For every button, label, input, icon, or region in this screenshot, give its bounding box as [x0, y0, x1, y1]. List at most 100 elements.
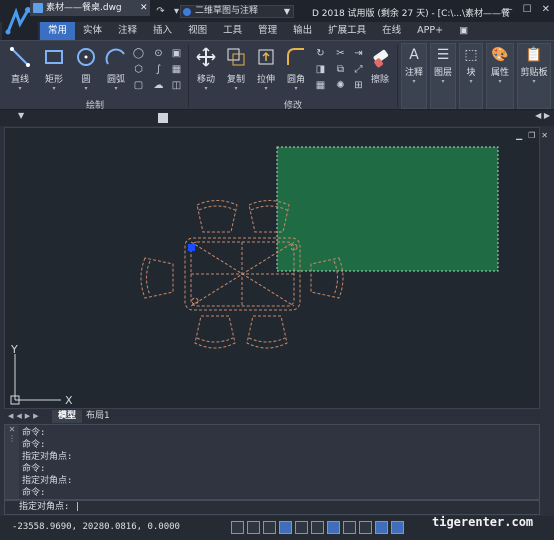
clipboard-panel-button[interactable]: 📋 剪贴板 ▾ [517, 43, 551, 109]
redo-icon[interactable]: ↷ [154, 5, 167, 18]
polar-icon[interactable] [279, 521, 292, 534]
erase-tool[interactable]: 擦除 [368, 45, 392, 85]
erase-label: 擦除 [370, 75, 389, 85]
ribbon-toggle-icon[interactable]: ▣ [451, 22, 476, 40]
tab-output[interactable]: 输出 [285, 22, 320, 40]
workspace-selector[interactable]: 二维草图与注释 ▼ [180, 5, 294, 18]
divider [188, 45, 189, 107]
grid-icon[interactable] [247, 521, 260, 534]
minimize-icon[interactable]: ▁ [516, 131, 522, 140]
donut-icon[interactable]: ⊙ [152, 47, 165, 60]
stretch-tool[interactable]: 拉伸 ▾ [254, 45, 278, 93]
command-line: 指定对角点: [22, 452, 73, 462]
tab-model[interactable]: 模型 [52, 410, 83, 423]
copy-icon [224, 45, 248, 69]
rotate-icon[interactable]: ↻ [314, 47, 327, 60]
array-icon[interactable]: ▦ [314, 79, 327, 92]
tab-annotate[interactable]: 注释 [110, 22, 145, 40]
tab-online[interactable]: 在线 [374, 22, 409, 40]
region-icon[interactable]: ▣ [170, 47, 183, 60]
tab-extensions[interactable]: 扩展工具 [320, 22, 374, 40]
layers-label: 图层 [433, 68, 452, 78]
command-input[interactable]: 指定对角点: | [4, 500, 540, 515]
new-tab-icon[interactable] [158, 113, 168, 123]
close-icon[interactable]: ✕ [5, 425, 19, 434]
osnap-icon[interactable] [295, 521, 308, 534]
chevron-down-icon: ▾ [469, 78, 473, 85]
tab-manage[interactable]: 管理 [250, 22, 285, 40]
chevron-down-icon: ▾ [84, 85, 88, 92]
circle-tool[interactable]: 圆 ▾ [74, 45, 98, 93]
stretch-icon [254, 45, 278, 69]
lineweight-icon[interactable] [343, 521, 356, 534]
explode-icon[interactable]: ✺ [334, 79, 347, 92]
ucs-icon [10, 354, 61, 405]
tab-home[interactable]: 常用 [40, 22, 76, 40]
layout-tab-bar: ◀◀▶▶ 模型 布局1 [4, 410, 540, 423]
arc-tool[interactable]: 圆弧 ▾ [104, 45, 128, 93]
maximize-icon[interactable]: ☐ [523, 4, 532, 15]
close-tab-icon[interactable]: ✕ [140, 0, 148, 16]
document-tab[interactable]: 素材——餐桌.dwg ✕ [30, 0, 150, 16]
properties-panel-button[interactable]: 🎨 属性 ▾ [486, 43, 514, 109]
otrack-icon[interactable] [311, 521, 324, 534]
tab-view[interactable]: 视图 [180, 22, 215, 40]
ortho-icon[interactable] [263, 521, 276, 534]
line-tool[interactable]: 直线 ▾ [8, 45, 32, 93]
tab-tools[interactable]: 工具 [215, 22, 250, 40]
wipeout-icon[interactable]: ◫ [170, 79, 183, 92]
tab-menu-icon[interactable]: ▼ [18, 111, 24, 120]
annotation-icon: A [409, 47, 419, 63]
coordinate-readout: -23558.9690, 20280.0816, 0.0000 [12, 522, 180, 532]
command-panel-handle[interactable]: ✕ ⋮ [5, 425, 19, 499]
dynamic-input-icon[interactable] [327, 521, 340, 534]
palette-icon: 🎨 [491, 47, 509, 63]
trim-icon[interactable]: ✂ [334, 47, 347, 60]
close-icon[interactable]: ✕ [542, 4, 550, 15]
command-line: 命令: [22, 428, 46, 438]
layers-panel-button[interactable]: ☰ 图层 ▾ [430, 43, 456, 109]
chevron-down-icon: ▾ [204, 85, 208, 92]
transparency-icon[interactable] [359, 521, 372, 534]
scale-icon[interactable]: ⤢ [352, 63, 365, 76]
drawing-canvas[interactable]: Y X [4, 127, 540, 409]
extend-icon[interactable]: ⇥ [352, 47, 365, 60]
tab-app-plus[interactable]: APP+ [409, 22, 451, 40]
hatch-icon[interactable]: ▦ [170, 63, 183, 76]
command-prompt: 指定对角点: [19, 502, 70, 512]
move-tool[interactable]: 移动 ▾ [194, 45, 218, 93]
tab-insert[interactable]: 插入 [145, 22, 180, 40]
eraser-icon [368, 45, 392, 69]
layout-nav-icon[interactable]: ◀◀▶▶ [8, 410, 42, 423]
annotation-scale-icon[interactable] [391, 521, 404, 534]
tab-layout1[interactable]: 布局1 [80, 410, 116, 423]
selection-cycling-icon[interactable] [375, 521, 388, 534]
command-history-panel: ✕ ⋮ 命令: 命令: 指定对角点: 命令: 指定对角点: 命令: [4, 424, 540, 500]
copy-tool[interactable]: 复制 ▾ [224, 45, 248, 93]
block-panel-button[interactable]: ⬚ 块 ▾ [459, 43, 483, 109]
offset-icon[interactable]: ⧉ [334, 63, 347, 76]
rectangle-tool[interactable]: 矩形 ▾ [42, 45, 66, 93]
mirror-icon[interactable]: ◨ [314, 63, 327, 76]
revcloud-icon[interactable]: ☁ [152, 79, 165, 92]
close-icon[interactable]: ✕ [541, 131, 548, 140]
spline-icon[interactable]: ∫ [152, 63, 165, 76]
selection-window [276, 146, 499, 272]
snap-icon[interactable] [231, 521, 244, 534]
annotation-panel-button[interactable]: A 注释 ▾ [401, 43, 427, 109]
rectangle-icon [42, 45, 66, 69]
fillet-tool[interactable]: 圆角 ▾ [284, 45, 308, 93]
ellipse-icon[interactable]: ◯ [132, 47, 145, 60]
tab-solid[interactable]: 实体 [75, 22, 110, 40]
polygon-icon[interactable]: ⬡ [132, 63, 145, 76]
join-icon[interactable]: ⊞ [352, 79, 365, 92]
clipboard-label: 剪贴板 [520, 68, 548, 78]
command-line: 命令: [22, 440, 46, 450]
tab-scroll-icon[interactable]: ◀ ▶ [535, 111, 550, 120]
boundary-icon[interactable]: ▢ [132, 79, 145, 92]
restore-icon[interactable]: ❐ [528, 131, 535, 140]
chevron-down-icon: ▾ [412, 78, 416, 85]
minimize-icon[interactable]: — [503, 4, 513, 15]
settings-icon[interactable]: ⋮ [5, 434, 19, 443]
circle-icon [74, 45, 98, 69]
